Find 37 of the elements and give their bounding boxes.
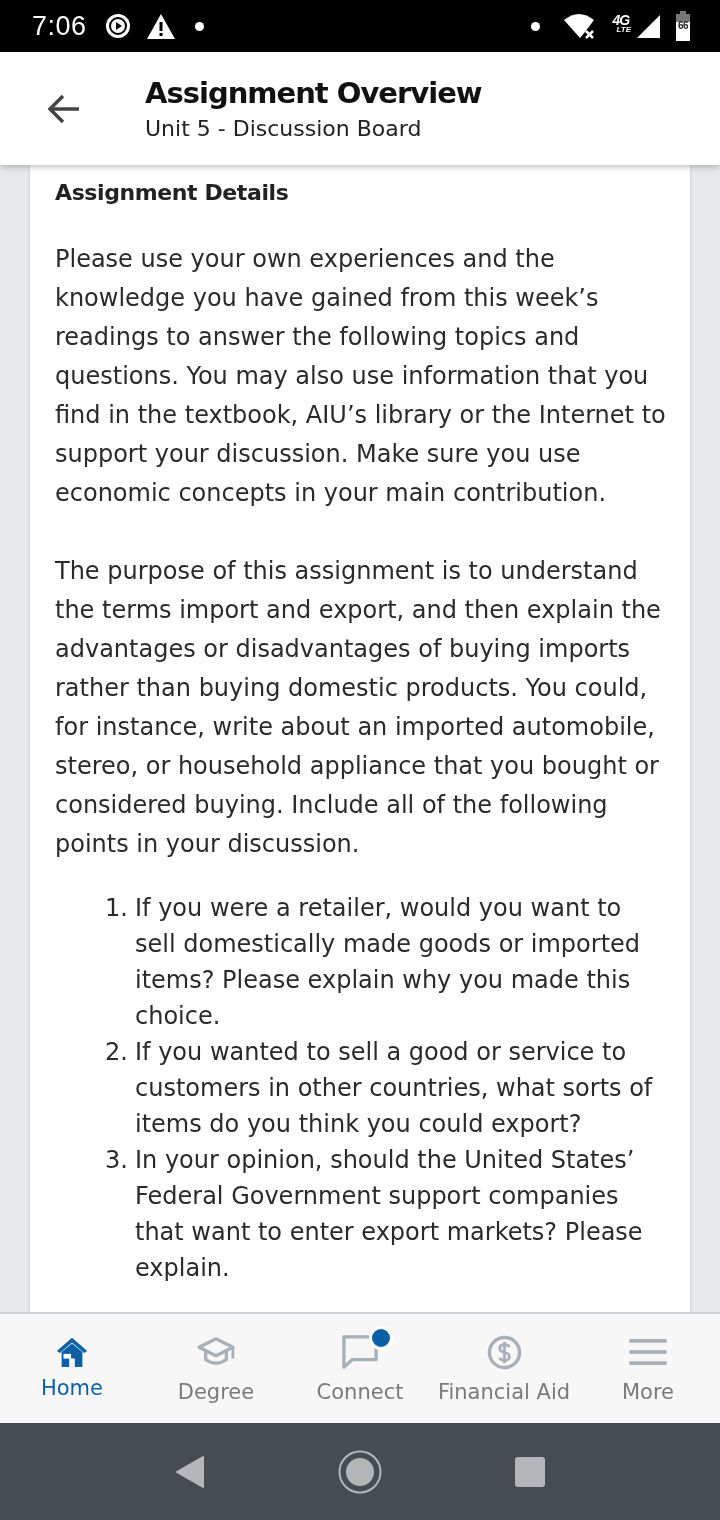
battery-percentage: 66: [676, 21, 690, 31]
back-triangle-icon: [176, 1455, 204, 1488]
nav-tab[interactable]: More: [576, 1314, 720, 1423]
chat-bubble-icon: [341, 1334, 379, 1370]
play-circle-icon: [104, 13, 131, 39]
list-number: 2.: [105, 1037, 129, 1068]
list-item-text: In your opinion, should the United States’ Federal Government support companies that want to enter export markets? Please explain.: [135, 1145, 644, 1284]
nav-tab[interactable]: Home: [0, 1314, 144, 1423]
signal-icon: [637, 14, 660, 38]
network-sub-text: LTE: [616, 25, 631, 34]
section-heading: Assignment Details: [55, 179, 290, 207]
nav-tab[interactable]: Connect: [288, 1314, 432, 1423]
menu-icon: [629, 1339, 667, 1365]
warning-icon: [146, 13, 175, 39]
dot-icon: [194, 21, 204, 31]
nav-tab[interactable]: Degree: [144, 1314, 288, 1423]
list-item-text: If you wanted to sell a good or service to customers in other countries, what sorts of items do you think you could export?: [135, 1037, 654, 1140]
notification-dot-icon: [369, 1326, 393, 1350]
dollar-circle-icon: [486, 1334, 522, 1370]
page-title: Assignment Overview: [145, 74, 482, 112]
paragraph: Please use your own experiences and the knowledge you have gained from this week’s readings to answer the following topics and questions. You may also use information that you find in the textbook, AIU’s library or the Internet to support your discussion. Make sure you use economic concepts in your main contribution.: [55, 244, 667, 509]
wifi-off-icon: [564, 12, 597, 40]
graduation-cap-icon: [196, 1336, 236, 1368]
home-icon: [55, 1335, 89, 1369]
dot-icon: [531, 21, 541, 31]
nav-tab[interactable]: Financial Aid: [432, 1314, 576, 1423]
square-icon: [515, 1456, 545, 1487]
list-item-text: If you were a retailer, would you want to sell domestically made goods or imported items? Please explain why you made this choice.: [135, 893, 642, 1032]
home-circle-icon: [338, 1449, 382, 1494]
status-time: 7:06: [32, 10, 87, 42]
paragraph: The purpose of this assignment is to understand the terms import and export, and then explain the advantages or disadvantages of buying imports rather than buying domestic products. You could, for instance, write about an imported automobile, stereo, or household appliance that you bought or considered buying. Include all of the following points in your discussion.: [55, 556, 662, 860]
page-subtitle: Unit 5 - Discussion Board: [145, 114, 423, 143]
network-type-text: 4G: [612, 12, 630, 27]
list-number: 1.: [105, 893, 129, 924]
battery-icon: [676, 11, 690, 41]
back-arrow-icon: [48, 93, 80, 124]
list-number: 3.: [105, 1145, 129, 1176]
